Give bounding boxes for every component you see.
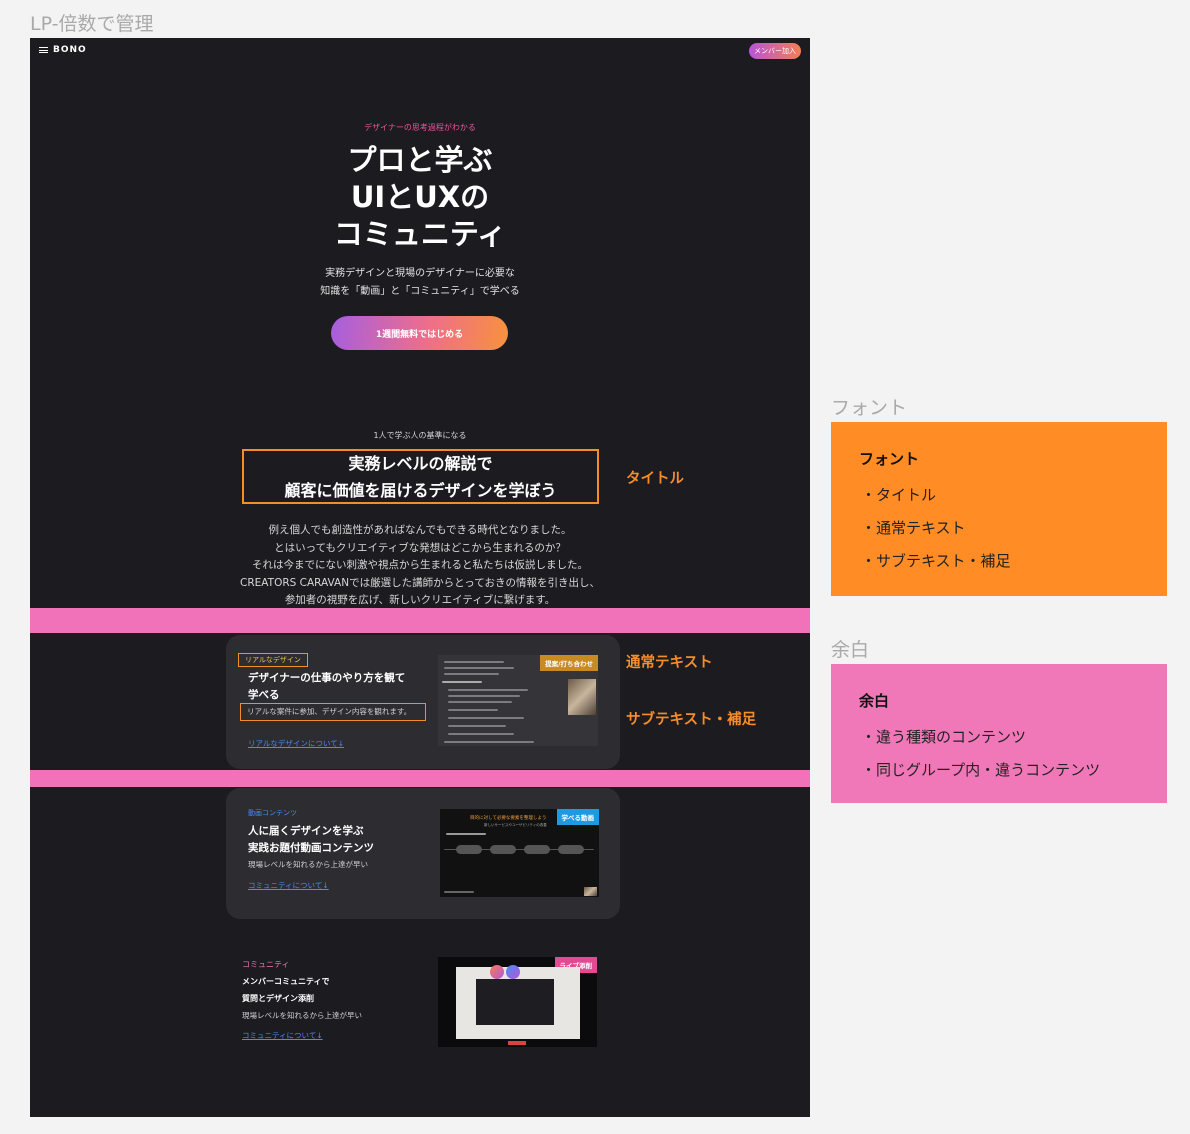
card-link[interactable]: コミュニティについて↓: [248, 880, 329, 891]
annotation-body-text: 通常テキスト: [626, 655, 713, 671]
section-body-line: 参加者の視野を広げ、新しいクリエイティブに繋げます。: [284, 594, 556, 606]
hero-title-line: コミュニティ: [333, 217, 507, 251]
card-title: デザイナーの仕事のやり方を観て 学べる: [248, 670, 428, 704]
participant-photo: [568, 679, 596, 715]
margin-band: [30, 608, 810, 633]
legend-font-label: フォント: [831, 397, 908, 419]
card-screenshot: ライブ添削: [438, 957, 597, 1047]
feature-card-video: 動画コンテンツ 人に届くデザインを学ぶ 実践お題付動画コンテンツ 現場レベルを知…: [226, 788, 620, 919]
hero-title-line: プロと学ぶ: [347, 143, 493, 177]
hero-title-line: UIとUXの: [350, 180, 490, 214]
card-link[interactable]: リアルなデザインについて↓: [248, 738, 344, 749]
section-title-line: 実務レベルの解説で: [348, 453, 493, 473]
hamburger-menu-icon[interactable]: [39, 47, 48, 53]
legend-margin-item: ・違う種類のコンテンツ: [861, 728, 1027, 746]
card-title-line: 学べる: [248, 689, 280, 701]
card-tag: コミュニティ: [242, 960, 290, 969]
card-tag: リアルなデザイン: [238, 653, 308, 667]
legend-font-item: ・タイトル: [861, 486, 937, 504]
card-description: リアルな案件に参加、デザイン内容を観れます。: [240, 703, 426, 721]
annotation-title: タイトル: [626, 471, 684, 487]
section-body-line: 例え個人でも創造性があればなんでもできる時代となりました。: [268, 524, 572, 536]
card-link[interactable]: コミュニティについて↓: [242, 1030, 323, 1041]
annotation-sub-text: サブテキスト・補足: [626, 712, 757, 728]
legend-margin-card: 余白 ・違う種類のコンテンツ ・同じグループ内・違うコンテンツ: [831, 664, 1167, 803]
hero-subtitle-line: 実務デザインと現場のデザイナーに必要な: [325, 268, 515, 279]
card-title: 人に届くデザインを学ぶ 実践お題付動画コンテンツ: [248, 823, 428, 857]
landing-page: BONO メンバー加入 デザイナーの思考過程がわかる プロと学ぶ UIとUXの …: [30, 38, 810, 1117]
card-title-line: メンバーコミュニティで: [242, 977, 330, 986]
section-title-line: 顧客に価値を届けるデザインを学ぼう: [284, 480, 557, 500]
hero-kicker: デザイナーの思考過程がわかる: [364, 123, 476, 132]
legend-font-card: フォント ・タイトル ・通常テキスト ・サブテキスト・補足: [831, 422, 1167, 596]
section-body: 例え個人でも創造性があればなんでもできる時代となりました。 とはいってもクリエイ…: [30, 522, 810, 610]
section-body-line: CREATORS CARAVANでは厳選した講師からとっておきの情報を引き出し、: [240, 576, 600, 589]
logo-text: BONO: [53, 45, 87, 55]
free-trial-button[interactable]: 1週間無料ではじめる: [331, 316, 508, 350]
shared-screen: [456, 965, 580, 1039]
card-title: メンバーコミュニティで 質問とデザイン添削: [242, 973, 422, 1007]
card-description: 現場レベルを知れるから上達が早い: [248, 860, 368, 869]
feature-card-real-design: リアルなデザイン デザイナーの仕事のやり方を観て 学べる リアルな案件に参加、デ…: [226, 635, 620, 769]
section-kicker: 1人で学ぶ人の基準になる: [373, 431, 467, 440]
card-title-line: 人に届くデザインを学ぶ: [248, 825, 364, 837]
hero-title: プロと学ぶ UIとUXの コミュニティ: [30, 142, 810, 253]
card-screenshot: 提案/打ち合わせ: [438, 655, 598, 746]
hero-subtitle: 実務デザインと現場のデザイナーに必要な 知識を「動画」と「コミュニティ」で学べる: [30, 265, 810, 301]
frame-title: LP-倍数で管理: [30, 13, 154, 35]
card-ribbon: 提案/打ち合わせ: [540, 655, 598, 671]
legend-font-item: ・サブテキスト・補足: [861, 552, 1011, 570]
logo[interactable]: BONO: [39, 45, 87, 55]
legend-margin-heading: 余白: [859, 692, 890, 710]
hero-subtitle-line: 知識を「動画」と「コミュニティ」で学べる: [320, 286, 520, 297]
legend-margin-item: ・同じグループ内・違うコンテンツ: [861, 761, 1101, 779]
legend-font-heading: フォント: [859, 450, 920, 468]
legend-margin-label: 余白: [831, 639, 870, 661]
section-title: 実務レベルの解説で 顧客に価値を届けるデザインを学ぼう: [242, 449, 599, 504]
section-body-line: とはいってもクリエイティブな発想はどこから生まれるのか？: [274, 541, 566, 554]
margin-band: [30, 770, 810, 787]
card-title-line: デザイナーの仕事のやり方を観て: [248, 672, 406, 684]
card-tag: 動画コンテンツ: [248, 809, 297, 817]
presenter-photo: [584, 887, 597, 896]
join-member-button[interactable]: メンバー加入: [749, 43, 801, 59]
card-title-line: 実践お題付動画コンテンツ: [248, 842, 374, 854]
section-body-line: それは今までにない刺激や視点から生まれると私たちは仮説しました。: [252, 559, 588, 571]
card-screenshot: 学べる動画 目的に対して必要な要素を整理しよう 新しいサービスやユーザビリティの…: [440, 809, 599, 897]
shot-subheading: 新しいサービスやユーザビリティの改善: [484, 823, 547, 827]
legend-font-item: ・通常テキスト: [861, 519, 966, 537]
card-ribbon: 学べる動画: [556, 809, 599, 825]
card-title-line: 質問とデザイン添削: [242, 994, 314, 1003]
feature-card-community: コミュニティ メンバーコミュニティで 質問とデザイン添削 現場レベルを知れるから…: [226, 943, 620, 1063]
shot-heading: 目的に対して必要な要素を整理しよう: [470, 816, 547, 821]
card-description: 現場レベルを知れるから上達が早い: [242, 1011, 362, 1020]
